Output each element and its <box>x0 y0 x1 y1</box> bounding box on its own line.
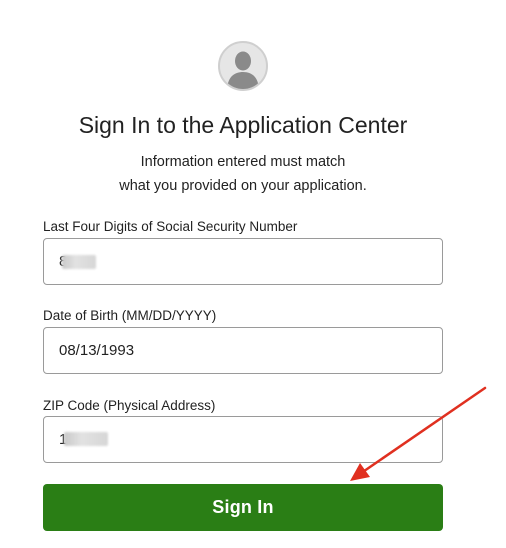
avatar <box>218 41 268 91</box>
ssn-redaction <box>62 255 96 269</box>
user-silhouette-icon <box>227 51 259 89</box>
subtitle-line-2: what you provided on your application. <box>119 178 367 194</box>
page-subtitle: Information entered must match what you … <box>0 150 486 198</box>
ssn-label: Last Four Digits of Social Security Numb… <box>43 219 298 234</box>
ssn-field[interactable] <box>43 238 443 285</box>
sign-in-button[interactable]: Sign In <box>43 484 443 531</box>
page-title: Sign In to the Application Center <box>78 112 408 138</box>
dob-field[interactable] <box>43 327 443 374</box>
zip-redaction <box>64 432 108 446</box>
dob-label: Date of Birth (MM/DD/YYYY) <box>43 308 217 323</box>
annotation-arrow-icon <box>350 386 487 481</box>
subtitle-line-1: Information entered must match <box>140 154 346 170</box>
zip-label: ZIP Code (Physical Address) <box>43 398 216 413</box>
